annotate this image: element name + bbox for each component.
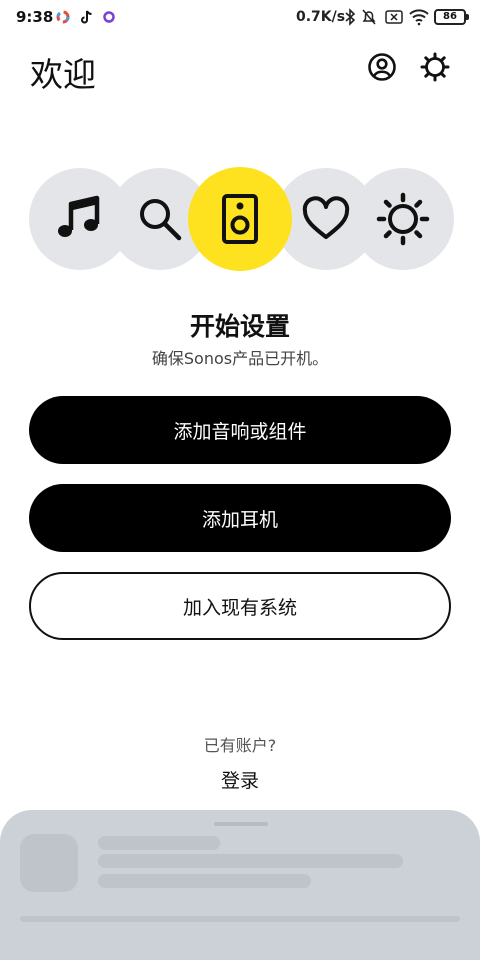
add-headphones-label: 添加耳机 <box>201 508 278 531</box>
app-dot-icon <box>103 11 115 23</box>
hero-illustration <box>0 167 480 272</box>
status-bar: 9:38 0.7K/s 86 <box>0 0 480 34</box>
setup-title: 开始设置 <box>189 312 290 341</box>
status-time: 9:38 <box>16 8 54 26</box>
mute-bell-icon <box>362 9 376 25</box>
network-speed: 0.7K/s <box>296 9 346 25</box>
speaker-circle <box>188 167 292 271</box>
setup-subtitle: 确保Sonos产品已开机。 <box>151 349 329 368</box>
account-prompt: 已有账户? <box>203 736 277 755</box>
sun-icon <box>376 192 430 246</box>
tiktok-icon <box>81 10 92 24</box>
join-system-button[interactable]: 加入现有系统 <box>29 572 451 640</box>
add-speaker-button[interactable]: 添加音响或组件 <box>29 396 451 464</box>
page-title: 欢迎 <box>30 55 96 94</box>
settings-button[interactable] <box>418 50 452 84</box>
skeleton-line <box>98 874 311 888</box>
add-headphones-button[interactable]: 添加耳机 <box>29 484 451 552</box>
add-speaker-label: 添加音响或组件 <box>173 420 307 443</box>
gear-icon <box>420 52 450 82</box>
app-notification-icon <box>56 10 70 24</box>
search-icon <box>140 199 182 241</box>
skeleton-thumbnail <box>20 834 78 892</box>
account-icon <box>368 53 396 81</box>
join-system-label: 加入现有系统 <box>182 596 297 619</box>
skeleton-bar <box>20 916 460 922</box>
skeleton-line <box>98 854 403 868</box>
wifi-icon <box>409 9 429 26</box>
battery-indicator: 86 <box>434 9 469 25</box>
music-note-icon <box>58 195 100 237</box>
bluetooth-icon <box>345 8 356 26</box>
bottom-sheet[interactable] <box>0 810 480 960</box>
login-link[interactable]: 登录 <box>0 766 480 793</box>
account-button[interactable] <box>365 50 399 84</box>
speaker-icon <box>222 194 258 244</box>
sheet-handle[interactable] <box>214 822 268 826</box>
heart-icon <box>302 196 350 239</box>
skeleton-line <box>98 836 220 850</box>
sun-circle <box>352 168 454 270</box>
sim-off-icon <box>385 10 403 24</box>
